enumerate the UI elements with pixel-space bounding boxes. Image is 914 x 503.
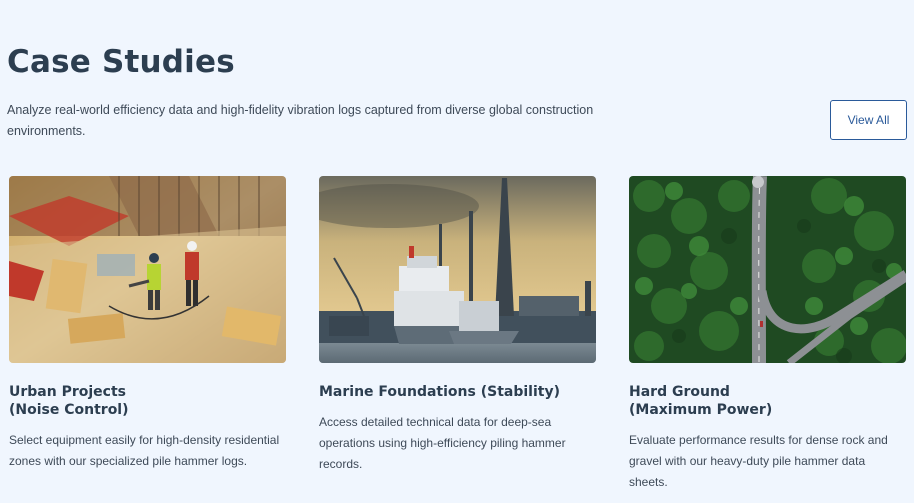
card-description: Select equipment easily for high-density… <box>9 433 280 468</box>
card-description: Evaluate performance results for dense r… <box>629 433 888 489</box>
case-study-card-marine[interactable]: Marine Foundations (Stability) Access de… <box>319 176 596 475</box>
card-title: Marine Foundations (Stability) <box>319 384 560 400</box>
case-study-card-urban[interactable]: Urban Projects (Noise Control) Select eq… <box>9 176 286 472</box>
section-description: Analyze real-world efficiency data and h… <box>7 103 594 138</box>
case-study-card-hard-ground[interactable]: Hard Ground (Maximum Power) Evaluate per… <box>629 176 906 493</box>
forest-road-aerial-image[interactable] <box>629 176 906 363</box>
card-description: Access detailed technical data for deep-… <box>319 415 566 471</box>
section-title: Case Studies <box>7 44 235 80</box>
view-all-button[interactable]: View All <box>830 100 907 140</box>
card-title: Urban Projects (Noise Control) <box>9 384 129 418</box>
card-title: Hard Ground (Maximum Power) <box>629 384 773 418</box>
construction-site-image[interactable] <box>9 176 286 363</box>
harbor-cranes-image[interactable] <box>319 176 596 363</box>
